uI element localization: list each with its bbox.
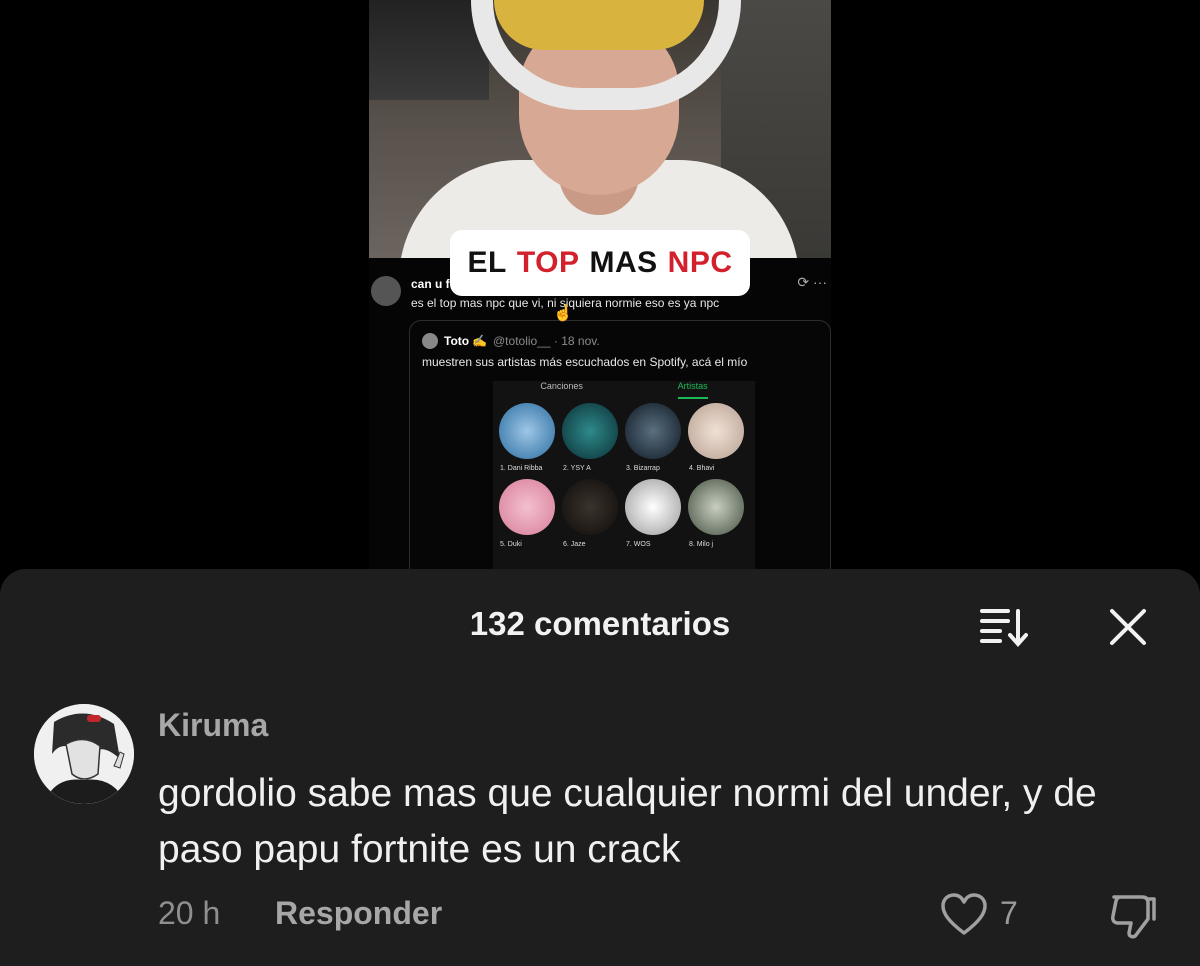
close-icon[interactable] [1108, 607, 1148, 647]
caption-word: NPC [667, 246, 733, 279]
tweet-screenshot: can u f es el top mas npc que vi, ni siq… [369, 258, 831, 580]
pointer-icon: ☝ [553, 305, 573, 322]
streamer-webcam [369, 0, 831, 258]
tweet-author: can u f [411, 277, 450, 291]
like-count: 7 [1000, 895, 1018, 931]
video-caption-overlay: EL TOP MAS NPC [450, 230, 750, 296]
artist-item: 1. Dani Ribba [496, 403, 558, 472]
avatar[interactable] [34, 704, 134, 804]
artist-item: 4. Bhavi [685, 403, 747, 472]
tab-canciones: Canciones [540, 381, 583, 391]
quote-meta: @totolio__ · 18 nov. [493, 334, 600, 348]
dislike-icon[interactable] [1108, 893, 1158, 941]
heart-icon[interactable] [940, 893, 988, 937]
tab-artistas: Artistas [677, 381, 708, 399]
sort-icon[interactable] [978, 605, 1030, 649]
caption-word: EL [467, 246, 507, 279]
artist-item: 6. Jaze [559, 479, 621, 548]
artist-item: 5. Duki [496, 479, 558, 548]
quote-author: Toto ✍️ [444, 334, 488, 348]
caption-word: MAS [589, 246, 658, 279]
quoted-tweet: Toto ✍️ @totolio__ · 18 nov. muestren su… [409, 320, 831, 580]
quote-avatar [422, 333, 438, 349]
comment-text: gordolio sabe mas que cualquier normi de… [158, 772, 1097, 871]
reply-button[interactable]: Responder [275, 895, 442, 932]
spotify-top-artists: Canciones Artistas 1. Dani Ribba 2. YSY … [493, 381, 755, 580]
artist-item: 3. Bizarrap [622, 403, 684, 472]
quote-text: muestren sus artistas más escuchados en … [422, 355, 748, 369]
caption-word: TOP [516, 246, 580, 279]
tweet-more-icon: ⟳ ··· [797, 274, 827, 290]
artist-item: 8. Milo j [685, 479, 747, 548]
artist-item: 2. YSY A [559, 403, 621, 472]
comments-sheet: 132 comentarios Kiruma gordolio sabe mas… [0, 569, 1200, 966]
comment-username[interactable]: Kiruma [158, 707, 268, 744]
comment-timestamp: 20 h [158, 895, 221, 931]
artist-item: 7. WOS [622, 479, 684, 548]
tweet-avatar [371, 276, 401, 306]
